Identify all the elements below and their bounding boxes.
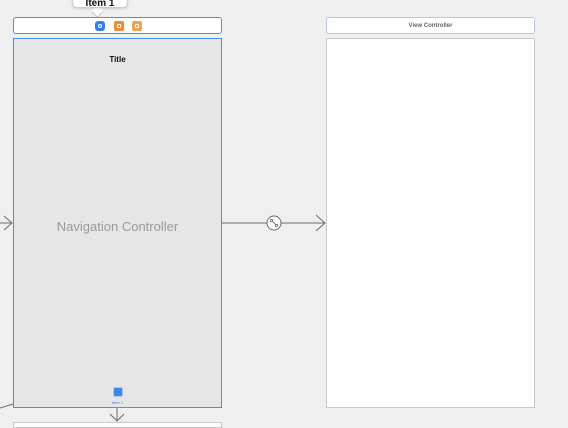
view-controller-dock[interactable]: View Controller: [326, 17, 535, 34]
tooltip-text: Item 1: [85, 0, 115, 9]
tab-bar-item-icon[interactable]: [114, 388, 122, 396]
navigation-controller-scene[interactable]: Title Navigation Controller Item 1: [13, 38, 222, 408]
next-scene-dock[interactable]: [13, 422, 222, 428]
exit-icon[interactable]: [132, 21, 142, 31]
scene-label: Navigation Controller: [56, 219, 179, 234]
navigation-controller-icon[interactable]: [95, 21, 105, 31]
down-arrow: [109, 408, 125, 422]
navigation-controller-dock[interactable]: [13, 17, 222, 34]
relationship-segue[interactable]: [222, 214, 326, 232]
navbar-title: Title: [109, 55, 126, 64]
tab-bar-item-label[interactable]: Item 1: [14, 400, 221, 405]
first-responder-icon[interactable]: [114, 21, 124, 31]
item-tooltip: Item 1: [72, 0, 128, 9]
tab-connector-line: [0, 403, 14, 409]
view-controller-dock-title: View Controller: [408, 23, 453, 29]
view-controller-scene[interactable]: [326, 38, 535, 408]
initial-entry-arrow: [0, 215, 13, 231]
